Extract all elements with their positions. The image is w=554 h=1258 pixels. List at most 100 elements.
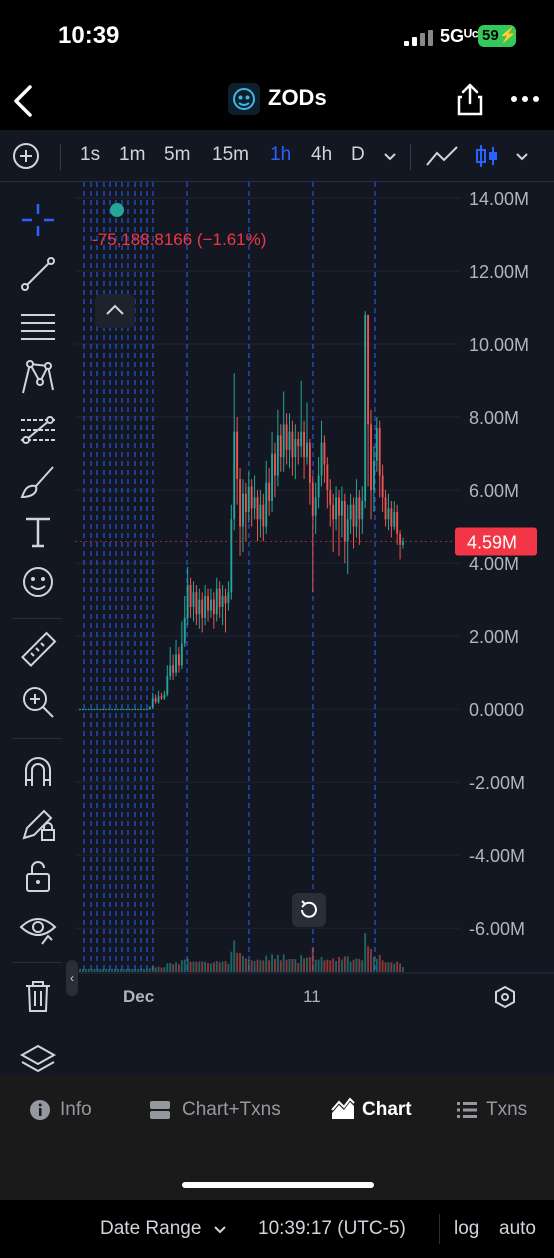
candle-body — [338, 497, 340, 516]
candle-body — [116, 709, 119, 711]
volume-bar — [346, 956, 349, 972]
volume-bar — [262, 960, 265, 972]
magnet-icon[interactable] — [18, 752, 58, 792]
candle-body — [119, 709, 122, 711]
volume-bar — [210, 963, 212, 972]
chart-txns-icon[interactable] — [149, 1099, 171, 1121]
timeframe-d[interactable]: D — [351, 144, 365, 166]
timeframe-4h[interactable]: 4h — [311, 144, 332, 166]
candle-chart-icon[interactable] — [474, 142, 500, 170]
candle-body — [221, 595, 224, 607]
info-icon[interactable] — [29, 1099, 51, 1121]
auto-toggle[interactable]: auto — [499, 1218, 536, 1240]
volume-bar — [253, 961, 256, 972]
timeframe-1m[interactable]: 1m — [119, 144, 145, 166]
volume-bar — [402, 967, 404, 972]
brush-icon[interactable] — [18, 462, 58, 502]
candle-body — [311, 482, 314, 516]
volume-bar — [180, 960, 183, 972]
candle-body — [93, 709, 96, 711]
horizontal-lines-icon[interactable] — [18, 306, 58, 346]
trash-icon[interactable] — [18, 976, 58, 1016]
candle-body — [195, 592, 198, 615]
trend-line-icon[interactable] — [18, 254, 58, 294]
tab-info[interactable]: Info — [60, 1099, 92, 1121]
volume-bar — [204, 961, 207, 972]
timeframe-1s[interactable]: 1s — [80, 144, 100, 166]
pattern-icon[interactable] — [18, 358, 58, 398]
more-icon[interactable] — [510, 87, 540, 111]
timeframe-15m[interactable]: 15m — [212, 144, 249, 166]
y-tick-label: 8.00M — [469, 408, 519, 428]
date-range-button[interactable]: Date Range — [100, 1218, 201, 1240]
crosshair-icon[interactable] — [18, 200, 58, 240]
candle-body — [210, 599, 212, 611]
candle-body — [145, 709, 148, 711]
candle-body — [233, 431, 236, 520]
candle-body — [402, 541, 404, 545]
volume-bar — [271, 954, 273, 972]
y-tick-label: -4.00M — [469, 846, 525, 866]
settings-hex-icon[interactable] — [495, 985, 515, 1009]
add-indicator-icon[interactable] — [12, 142, 40, 170]
volume-bar — [145, 968, 148, 972]
candle-body — [335, 497, 338, 520]
timeframe-5m[interactable]: 5m — [164, 144, 190, 166]
chevron-down-icon[interactable] — [213, 1222, 227, 1236]
sidebar-collapse-handle[interactable]: ‹ — [66, 960, 78, 996]
timeframe-1h[interactable]: 1h — [270, 144, 291, 166]
candle-body — [236, 431, 239, 480]
candle-body — [186, 585, 189, 618]
candle-body — [343, 501, 346, 542]
candle-body — [265, 482, 268, 527]
candle-body — [244, 493, 247, 512]
volume-bar — [212, 962, 215, 972]
battery-level: 59 — [482, 27, 499, 44]
unlock-icon[interactable] — [18, 856, 58, 896]
chevron-down-icon[interactable] — [382, 146, 398, 166]
sidebar-divider — [12, 962, 62, 963]
reset-chart-icon[interactable] — [292, 893, 326, 927]
chevron-up-icon[interactable] — [95, 294, 135, 328]
eye-icon[interactable] — [18, 908, 58, 948]
fib-retracement-icon[interactable] — [18, 410, 58, 450]
candle-body — [291, 431, 294, 458]
ruler-icon[interactable] — [18, 630, 58, 670]
share-icon[interactable] — [456, 81, 484, 117]
volume-bar — [317, 959, 320, 972]
volume-bar — [166, 963, 169, 972]
text-tool-icon[interactable] — [18, 512, 58, 552]
volume-bar — [358, 959, 361, 972]
price-chart[interactable]: 14.00M 12.00M 10.00M 8.00M 6.00M 4.00M 2.00M 0.… — [75, 182, 554, 1244]
volume-bar — [320, 957, 323, 972]
volume-bar — [314, 959, 317, 972]
line-chart-icon[interactable] — [424, 142, 460, 170]
list-icon[interactable] — [456, 1100, 478, 1120]
volume-bar — [102, 968, 105, 972]
back-icon[interactable] — [10, 83, 38, 119]
layers-icon[interactable] — [18, 1040, 58, 1080]
volume-bar — [372, 957, 375, 972]
volume-bar — [335, 961, 338, 972]
volume-bar — [300, 955, 303, 972]
tab-chart[interactable]: Chart — [362, 1099, 412, 1121]
chart-canvas[interactable]: 14.00M 12.00M 10.00M 8.00M 6.00M 4.00M 2.00M 0.… — [75, 182, 554, 1012]
tab-chart-txns[interactable]: Chart+Txns — [182, 1099, 281, 1121]
emoji-icon[interactable] — [18, 562, 58, 602]
chevron-down-icon[interactable] — [514, 146, 530, 166]
candle-body — [108, 709, 111, 711]
candle-body — [113, 709, 116, 711]
tab-txns[interactable]: Txns — [486, 1099, 527, 1121]
zoom-in-icon[interactable] — [18, 682, 58, 722]
volume-bar — [96, 968, 99, 972]
chart-icon[interactable] — [330, 1097, 356, 1121]
volume-bar — [154, 967, 157, 972]
volume-bar — [84, 968, 87, 972]
candle-body — [192, 592, 195, 607]
pencil-lock-icon[interactable] — [18, 804, 58, 844]
candle-body — [352, 504, 355, 527]
candle-body — [259, 504, 262, 520]
log-toggle[interactable]: log — [454, 1218, 479, 1240]
volume-bar — [306, 957, 308, 972]
volume-bar — [378, 955, 381, 972]
